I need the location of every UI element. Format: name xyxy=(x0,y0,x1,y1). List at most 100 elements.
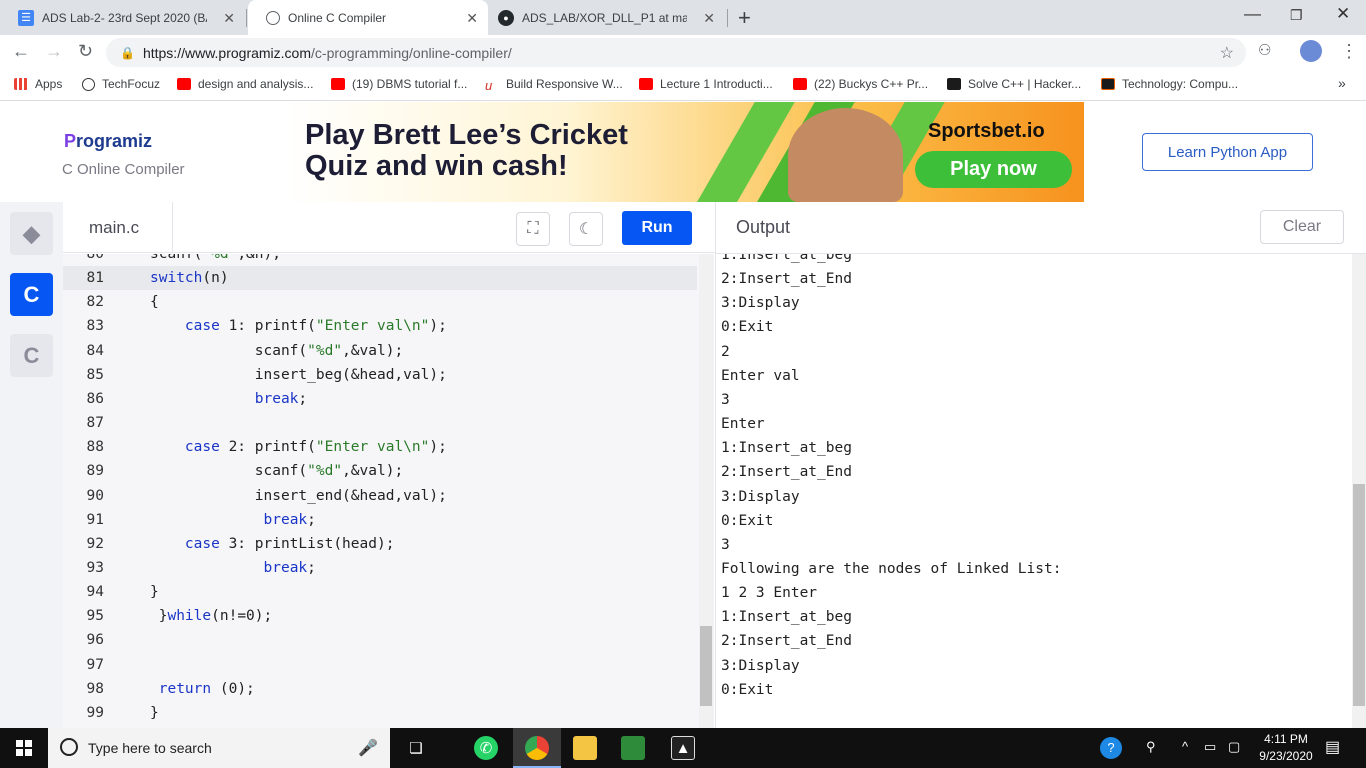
bookmark-build-responsive[interactable]: u Build Responsive W... xyxy=(485,77,623,93)
editor-scrollbar-thumb[interactable] xyxy=(700,626,712,706)
line-number: 80 xyxy=(86,254,104,262)
profile-avatar[interactable] xyxy=(1300,40,1322,62)
close-tab-icon[interactable]: ✕ xyxy=(223,10,235,27)
ad-play-now-button[interactable]: Play now xyxy=(915,151,1072,188)
clear-button[interactable]: Clear xyxy=(1260,210,1344,244)
fullscreen-icon[interactable]: ⛶ xyxy=(516,212,550,246)
reload-icon[interactable]: ↻ xyxy=(78,41,93,62)
output-line: 1 2 3 Enter xyxy=(721,585,818,602)
file-tab-main-c[interactable]: main.c xyxy=(63,202,173,253)
network-icon[interactable]: ▭ xyxy=(1204,739,1216,755)
bookmark-lecture-1[interactable]: Lecture 1 Introducti... xyxy=(639,77,773,91)
bookmark-dbms[interactable]: (19) DBMS tutorial f... xyxy=(331,77,467,91)
c-language-icon[interactable]: C xyxy=(10,273,53,316)
code-line[interactable]: 96 xyxy=(63,628,697,652)
code-editor[interactable]: 80 scanf("%d",&n); 81 switch(n) 82 {83 case 1… xyxy=(63,254,714,728)
dark-mode-icon[interactable]: ☾ xyxy=(569,212,603,246)
cpp-language-icon[interactable]: C xyxy=(10,334,53,377)
code-line[interactable]: 91 break; xyxy=(63,508,697,532)
code-line[interactable]: 94} xyxy=(63,580,697,604)
learn-python-app-button[interactable]: Learn Python App xyxy=(1142,133,1313,171)
programiz-logo[interactable]: Programiz xyxy=(64,131,152,152)
tab-online-c-compiler[interactable]: Online C Compiler ✕ xyxy=(248,0,488,35)
tray-chevron-icon[interactable]: ^ xyxy=(1182,739,1188,754)
code-line[interactable]: 99} xyxy=(63,701,697,725)
minimize-icon[interactable]: — xyxy=(1244,4,1261,24)
close-window-icon[interactable]: ✕ xyxy=(1336,4,1350,24)
udemy-icon: u xyxy=(485,78,493,93)
output-scrollbar[interactable] xyxy=(1352,254,1366,728)
close-tab-icon[interactable]: ✕ xyxy=(466,10,478,27)
code-text: break; xyxy=(263,511,316,528)
menu-dots-icon[interactable]: ⋮ xyxy=(1340,41,1358,62)
code-line[interactable]: 82 { xyxy=(63,290,697,314)
close-tab-icon[interactable]: ✕ xyxy=(703,10,715,27)
ad-banner[interactable]: Play Brett Lee’s Cricket Quiz and win ca… xyxy=(283,102,1084,202)
browser-tab-strip: ☰ ADS Lab-2- 23rd Sept 2020 (BATC ✕ Onli… xyxy=(0,0,1366,35)
code-line[interactable]: 93 break; xyxy=(63,556,697,580)
help-icon[interactable]: ? xyxy=(1100,737,1122,759)
whatsapp-icon[interactable]: ✆ xyxy=(474,736,498,760)
bookmark-techfocuz[interactable]: TechFocuz xyxy=(82,77,160,91)
code-text: break; xyxy=(263,559,316,576)
photos-icon[interactable]: ▲ xyxy=(671,736,695,760)
tab-divider xyxy=(727,9,728,27)
output-line: 2:Insert_at_End xyxy=(721,271,852,288)
editor-scrollbar[interactable] xyxy=(699,254,714,728)
tab-github[interactable]: ● ADS_LAB/XOR_DLL_P1 at master ✕ xyxy=(480,0,725,35)
taskbar-search-box[interactable]: Type here to search 🎤 xyxy=(48,728,390,768)
code-text: case 3: printList(head); xyxy=(184,535,395,552)
notepad-app-icon[interactable] xyxy=(621,736,645,760)
python-icon[interactable]: ◆ xyxy=(10,212,53,255)
microphone-icon[interactable]: 🎤 xyxy=(358,738,378,758)
bookmark-star-icon[interactable]: ☆ xyxy=(1220,43,1234,63)
code-line[interactable]: 87 xyxy=(63,411,697,435)
output-console[interactable]: 1:Insert_at_beg 2:Insert_at_End 3:Display 0… xyxy=(715,254,1366,728)
code-line[interactable]: 85 insert_beg(&head,val); xyxy=(63,363,697,387)
file-explorer-icon[interactable] xyxy=(573,736,597,760)
extension-icon[interactable]: ⚇ xyxy=(1258,41,1271,59)
output-line: 3 xyxy=(721,391,730,408)
bookmark-apps[interactable]: Apps xyxy=(14,77,62,91)
code-line[interactable]: 83 case 1: printf("Enter val\n"); xyxy=(63,314,697,338)
run-button[interactable]: Run xyxy=(622,211,692,245)
code-text: case 1: printf("Enter val\n"); xyxy=(184,318,447,335)
output-scrollbar-thumb[interactable] xyxy=(1353,484,1365,706)
line-number: 94 xyxy=(86,584,104,601)
bookmark-hackerrank[interactable]: Solve C++ | Hacker... xyxy=(947,77,1081,91)
output-line: 3 xyxy=(721,536,730,553)
bookmark-design-analysis[interactable]: design and analysis... xyxy=(177,77,313,91)
output-line: 1:Insert_at_beg xyxy=(721,440,852,457)
volume-icon[interactable]: ▢ xyxy=(1228,739,1240,755)
bookmark-technology[interactable]: Technology: Compu... xyxy=(1101,77,1238,91)
code-line[interactable]: 86 break; xyxy=(63,387,697,411)
output-line: Enter val xyxy=(721,367,800,384)
task-view-icon[interactable]: ❏ xyxy=(404,736,428,760)
restore-icon[interactable]: ❐ xyxy=(1290,7,1303,24)
bookmark-buckys[interactable]: (22) Buckys C++ Pr... xyxy=(793,77,928,91)
ad-person-image xyxy=(788,108,903,202)
code-line[interactable]: 90 insert_end(&head,val); xyxy=(63,484,697,508)
tab-ads-lab[interactable]: ☰ ADS Lab-2- 23rd Sept 2020 (BATC ✕ xyxy=(0,0,245,35)
new-tab-button[interactable]: + xyxy=(738,5,751,31)
back-icon[interactable]: ← xyxy=(12,41,30,62)
forward-icon[interactable]: → xyxy=(45,41,63,62)
more-bookmarks[interactable]: » xyxy=(1338,75,1346,91)
code-line[interactable]: 97 xyxy=(63,653,697,677)
code-line[interactable]: 84 scanf("%d",&val); xyxy=(63,339,697,363)
code-line[interactable]: 92 case 3: printList(head); xyxy=(63,532,697,556)
code-line[interactable]: 95 }while(n!=0); xyxy=(63,604,697,628)
chrome-icon[interactable] xyxy=(525,736,549,760)
code-line[interactable]: 98 return (0); xyxy=(63,677,697,701)
people-icon[interactable]: ⚲ xyxy=(1146,739,1156,755)
code-line[interactable]: 89 scanf("%d",&val); xyxy=(63,459,697,483)
notifications-icon[interactable]: ▤ xyxy=(1325,737,1340,757)
code-line[interactable]: 88 case 2: printf("Enter val\n"); xyxy=(63,435,697,459)
address-bar[interactable]: 🔒 https://www.programiz.com/c-programmin… xyxy=(106,38,1246,67)
taskbar-clock[interactable]: 4:11 PM 9/23/2020 xyxy=(1246,731,1326,765)
code-line[interactable]: 81 switch(n) xyxy=(63,266,697,291)
globe-icon xyxy=(82,77,95,91)
windows-start-icon[interactable] xyxy=(16,740,32,756)
code-line[interactable]: 80 scanf("%d",&n); xyxy=(63,254,697,266)
youtube-icon xyxy=(331,78,345,90)
